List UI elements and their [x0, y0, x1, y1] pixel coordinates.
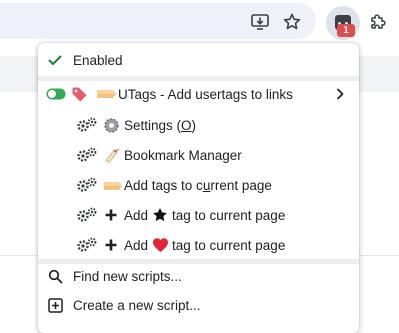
gears-icon: [76, 116, 98, 134]
extension-badge: 1: [337, 24, 355, 37]
find-new-scripts-item[interactable]: Find new scripts...: [38, 262, 359, 290]
command-add-star-tag[interactable]: Add tag to current page: [38, 201, 359, 229]
command-bookmark-manager[interactable]: Bookmark Manager: [38, 141, 359, 169]
label-emoji-icon: [101, 177, 123, 195]
search-icon: [47, 268, 63, 284]
command-label: Add tags to current page: [124, 177, 272, 193]
black-star-icon: [151, 206, 169, 224]
create-new-script-item[interactable]: Create a new script...: [38, 291, 359, 319]
red-heart-icon: [151, 236, 169, 254]
find-new-scripts-label: Find new scripts...: [73, 268, 182, 284]
gears-icon: [76, 176, 98, 194]
command-label: tag to current page: [172, 207, 286, 223]
extensions-puzzle-icon[interactable]: [366, 10, 390, 34]
toggle-on-icon[interactable]: [46, 86, 66, 102]
command-add-word: Add: [124, 207, 149, 223]
tag-emoji-icon: [70, 85, 88, 103]
bookmark-star-icon[interactable]: [280, 10, 304, 34]
checkmark-icon: [46, 51, 64, 69]
gears-icon: [76, 146, 98, 164]
create-new-script-label: Create a new script...: [73, 297, 201, 313]
command-add-word: Add: [124, 237, 149, 253]
command-label: tag to current page: [172, 237, 286, 253]
command-label: Settings (O): [124, 117, 197, 133]
enabled-toggle-item[interactable]: Enabled: [38, 46, 359, 74]
script-item-utags[interactable]: UTags - Add usertags to links: [38, 80, 359, 108]
label-emoji-icon: [94, 86, 118, 102]
heavy-plus-icon: [102, 236, 120, 254]
bookmark-tag-emoji-icon: [102, 146, 120, 164]
heavy-plus-icon: [102, 206, 120, 224]
plus-square-icon: [47, 297, 63, 313]
command-add-tags[interactable]: Add tags to current page: [38, 171, 359, 199]
command-settings[interactable]: Settings (O): [38, 111, 359, 139]
install-app-icon[interactable]: [248, 10, 272, 34]
userscript-manager-popup: Enabled UTags - Add usertags to links Se…: [38, 43, 359, 333]
gears-icon: [76, 236, 98, 254]
command-label: Bookmark Manager: [124, 147, 242, 163]
gear-emoji-icon: [102, 116, 120, 134]
chevron-right-icon: [332, 86, 348, 102]
browser-toolbar: 1: [0, 0, 399, 44]
script-name: UTags - Add usertags to links: [118, 86, 293, 102]
gears-icon: [76, 206, 98, 224]
enabled-label: Enabled: [73, 52, 123, 68]
command-add-heart-tag[interactable]: Add tag to current page: [38, 231, 359, 259]
